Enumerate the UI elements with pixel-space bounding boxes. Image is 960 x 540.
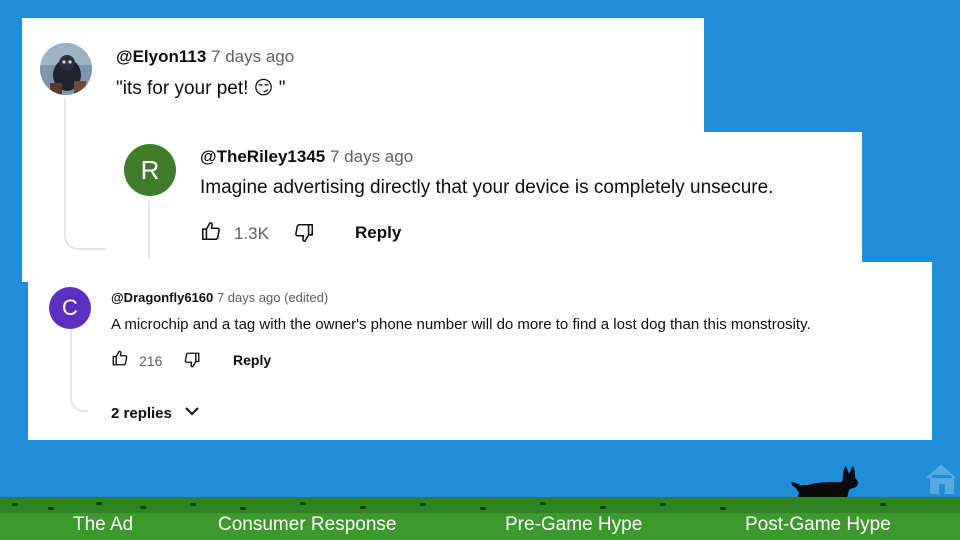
like-count: 1.3K [234,223,269,243]
paw-print [140,506,146,509]
nav-item-the-ad[interactable]: The Ad [73,514,133,536]
thread-line [64,98,106,250]
paw-print [880,503,886,506]
comment-text-2: A microchip and a tag with the owner's p… [111,316,811,333]
reply-handle[interactable]: @TheRiley1345 [200,147,325,166]
replies-count: 2 replies [111,404,172,422]
grass-strip [0,497,960,513]
like-count-2: 216 [139,352,163,369]
chevron-down-icon [184,404,200,422]
paw-print [660,503,666,506]
avatar-dragonfly[interactable]: C [49,287,91,329]
dislike-button-2[interactable] [183,351,201,374]
thumbs-down-icon [183,351,201,374]
thread-line-2 [70,324,88,412]
thumbs-up-icon [111,349,129,372]
paw-print [300,502,306,505]
reply-text: Imagine advertising directly that your d… [200,177,774,198]
paw-print [720,507,726,510]
comment-time-2[interactable]: 7 days ago (edited) [217,290,328,305]
paw-print [540,502,546,505]
nav-item-consumer-response[interactable]: Consumer Response [218,514,396,536]
home-icon[interactable] [924,462,958,501]
avatar-letter: R [140,154,160,185]
paw-print [96,502,102,505]
like-button-2[interactable]: 216 [111,349,162,372]
paw-print [360,506,366,509]
reply-time[interactable]: 7 days ago [330,147,413,166]
paw-print [240,507,246,510]
comment-text: "its for your pet! 😏 " [116,78,286,99]
thumbs-up-icon [200,220,222,247]
reply-meta: @TheRiley1345 7 days ago [200,147,413,167]
thumbs-down-icon [293,222,315,249]
avatar-letter: C [62,295,78,320]
avatar-riley[interactable]: R [124,144,176,196]
paw-print [12,503,18,506]
dislike-button[interactable] [293,222,315,249]
paw-print [48,507,54,510]
paw-print [480,507,486,510]
reply-thread-line [148,200,150,258]
comment-meta: @Elyon113 7 days ago [116,47,294,67]
comment-handle-2[interactable]: @Dragonfly6160 [111,290,213,305]
nav-item-post-game-hype[interactable]: Post-Game Hype [745,514,891,536]
comment-handle[interactable]: @Elyon113 [116,47,206,66]
nav-item-pre-game-hype[interactable]: Pre-Game Hype [505,514,642,536]
paw-print [420,503,426,506]
comment-meta-2: @Dragonfly6160 7 days ago (edited) [111,290,328,305]
comment-time[interactable]: 7 days ago [211,47,294,66]
reply-button-2[interactable]: Reply [233,352,271,368]
paw-print [600,506,606,509]
avatar-elyon[interactable] [40,43,92,95]
view-replies-button[interactable]: 2 replies [111,404,200,422]
reply-button[interactable]: Reply [355,223,401,243]
like-button[interactable]: 1.3K [200,220,269,247]
paw-print [190,503,196,506]
